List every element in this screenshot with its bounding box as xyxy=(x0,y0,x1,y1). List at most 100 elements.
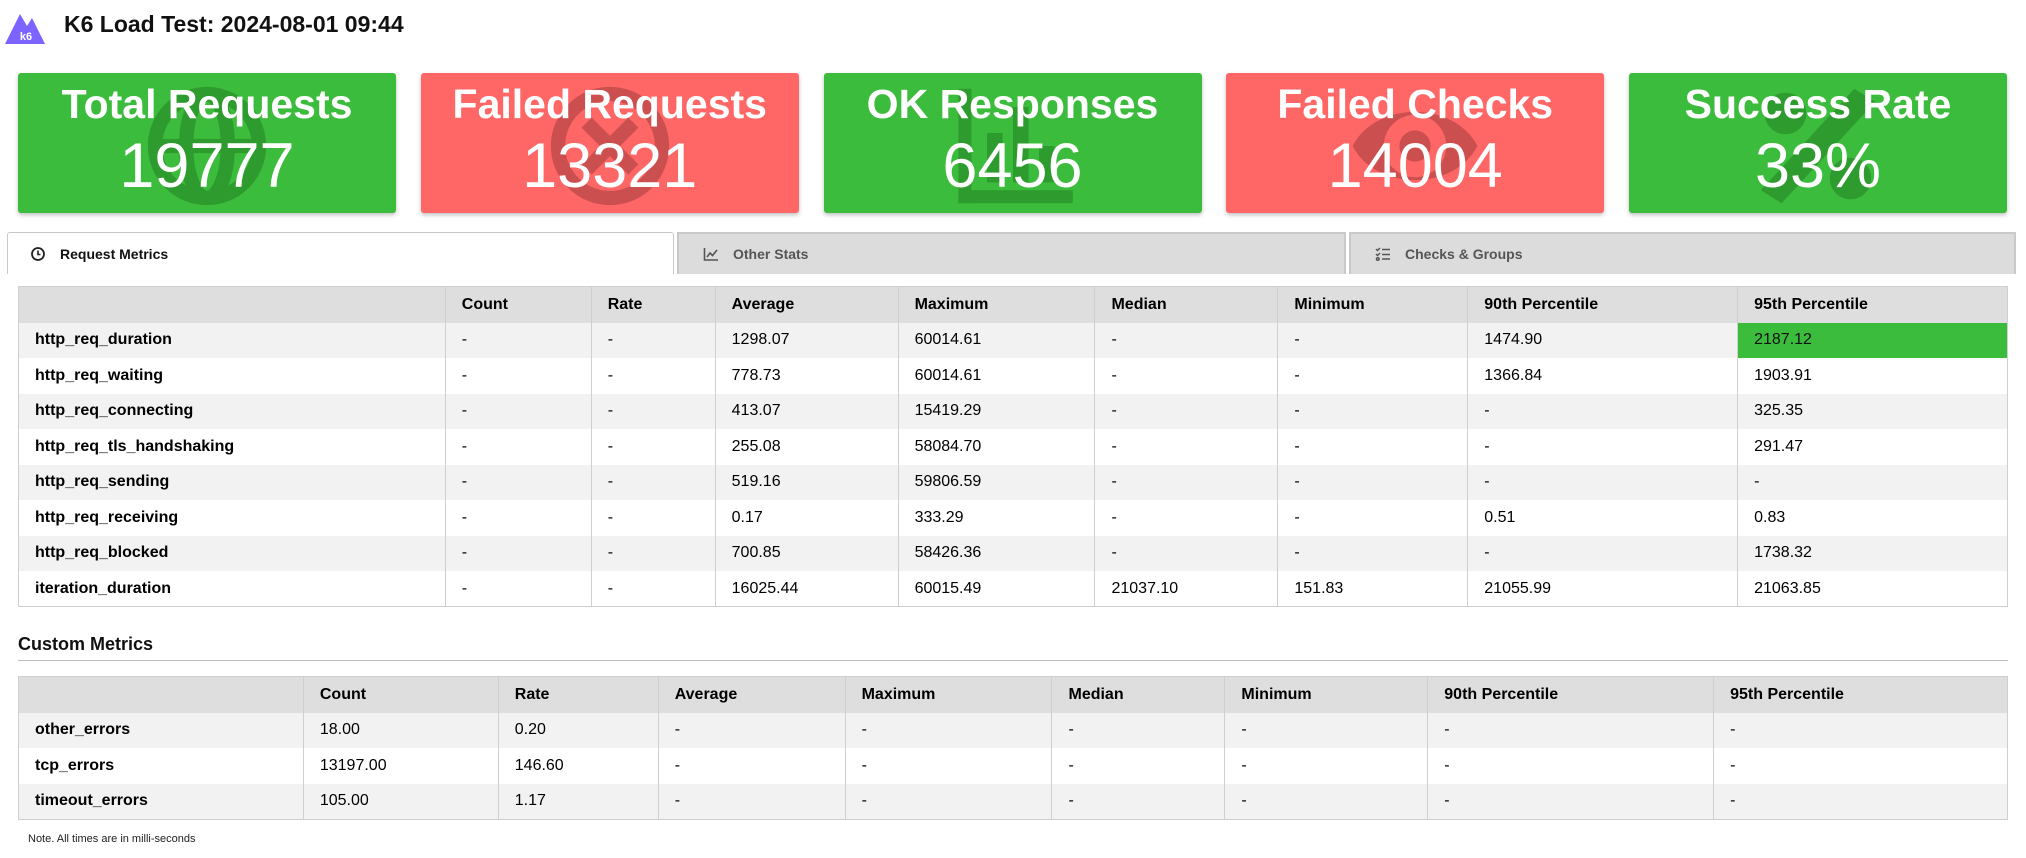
metric-value-cell: 519.16 xyxy=(714,464,899,500)
table-row: tcp_errors 13197.00 146.60- - - - - - xyxy=(18,748,2008,784)
column-header: Count xyxy=(444,286,592,323)
table-row: other_errors 18.00 0.20- - - - - - xyxy=(18,712,2008,748)
metric-value-cell: - xyxy=(1277,535,1468,571)
metric-value-cell: 700.85 xyxy=(714,535,899,571)
metric-value-cell: 21063.85 xyxy=(1737,571,2008,607)
table-row: http_req_sending - -519.16 59806.59- - - - xyxy=(18,464,2008,500)
chart-line-icon xyxy=(703,246,719,262)
metric-name-cell: http_req_waiting xyxy=(35,366,164,384)
metric-value-cell: - xyxy=(1467,429,1738,465)
metric-value-cell: - xyxy=(1427,748,1714,784)
metric-value-cell: - xyxy=(1277,429,1468,465)
page-header: k6 K6 Load Test: 2024-08-01 09:44 xyxy=(5,10,404,46)
metric-value-cell: 333.29 xyxy=(897,500,1095,536)
metric-value-cell: - xyxy=(444,464,592,500)
metric-value-cell: - xyxy=(1467,535,1738,571)
metric-value-cell: - xyxy=(444,429,592,465)
metric-name-cell: http_req_tls_handshaking xyxy=(35,437,235,455)
metric-value-cell: - xyxy=(1224,712,1428,748)
table-row: iteration_duration - -16025.44 60015.49 2103… xyxy=(18,571,2008,607)
metric-value-cell: - xyxy=(1277,322,1468,358)
metric-value-cell: 21055.99 xyxy=(1467,571,1738,607)
metric-value-cell: - xyxy=(1713,748,2008,784)
metric-value-cell: 18.00 xyxy=(302,712,499,748)
metric-value-cell: 60014.61 xyxy=(897,358,1095,394)
metric-value-cell: - xyxy=(1094,464,1278,500)
metric-value-cell: - xyxy=(844,783,1052,819)
tab-checks-groups[interactable]: Checks & Groups xyxy=(1349,232,2016,274)
column-header: 90th Percentile xyxy=(1427,676,1714,713)
table-row: http_req_receiving - -0.17 333.29- -0.51 0.83 xyxy=(18,500,2008,536)
metric-value-cell: - xyxy=(1467,393,1738,429)
metric-value-cell: - xyxy=(1051,748,1225,784)
k6-logo-icon: k6 xyxy=(5,10,45,46)
table-row: http_req_connecting - -413.07 15419.29- - -32… xyxy=(18,393,2008,429)
metric-value-cell: - xyxy=(444,393,592,429)
metric-value-cell: - xyxy=(1277,393,1468,429)
metric-value-cell: - xyxy=(1713,783,2008,819)
metric-value-cell: 15419.29 xyxy=(897,393,1095,429)
metric-value-cell: 151.83 xyxy=(1277,571,1468,607)
metric-name-cell: http_req_blocked xyxy=(35,544,169,562)
metric-value-cell: - xyxy=(1094,500,1278,536)
metric-value-cell: - xyxy=(1277,358,1468,394)
metric-value-cell: - xyxy=(1224,748,1428,784)
page-title: K6 Load Test: 2024-08-01 09:44 xyxy=(64,10,404,37)
metric-value-cell: - xyxy=(844,712,1052,748)
column-header: Minimum xyxy=(1224,676,1428,713)
clock-icon xyxy=(30,246,46,262)
metric-value-cell: - xyxy=(590,571,716,607)
svg-text:k6: k6 xyxy=(20,31,32,43)
table-row: timeout_errors 105.00 1.17- - - - - - xyxy=(18,783,2008,819)
section-divider xyxy=(18,660,2008,661)
metric-value-cell: 0.20 xyxy=(497,712,659,748)
failed-checks-card: Failed Checks 14004 xyxy=(1226,73,1605,213)
metric-value-cell: - xyxy=(1224,783,1428,819)
column-header: 95th Percentile xyxy=(1713,676,2008,713)
table-row: http_req_duration - -1298.07 60014.61- -1474… xyxy=(18,322,2008,358)
metric-value-cell: 58426.36 xyxy=(897,535,1095,571)
column-header: Median xyxy=(1094,286,1278,323)
metric-value-cell: - xyxy=(590,393,716,429)
metric-value-cell: 413.07 xyxy=(714,393,899,429)
tab-request-metrics[interactable]: Request Metrics xyxy=(7,232,674,274)
column-header: 95th Percentile xyxy=(1737,286,2008,323)
metric-value-cell: - xyxy=(1051,783,1225,819)
metric-value-cell: - xyxy=(590,429,716,465)
table-header-row: Count Rate Average Maximum Median Minimu… xyxy=(18,286,2008,323)
metric-name-cell: tcp_errors xyxy=(35,756,115,774)
metric-name-cell: http_req_connecting xyxy=(35,402,194,420)
tab-other-stats[interactable]: Other Stats xyxy=(677,232,1346,274)
metric-value-cell: 60014.61 xyxy=(897,322,1095,358)
metric-value-cell: - xyxy=(590,500,716,536)
column-header: Minimum xyxy=(1277,286,1468,323)
tasks-icon xyxy=(1375,246,1391,262)
metric-value-cell: - xyxy=(1094,535,1278,571)
metric-value-cell: - xyxy=(1713,712,2008,748)
column-header: Maximum xyxy=(844,676,1052,713)
metric-value-cell: 0.51 xyxy=(1467,500,1738,536)
column-header: Average xyxy=(714,286,899,323)
metric-value-cell: - xyxy=(444,500,592,536)
metric-value-cell: - xyxy=(657,712,846,748)
table-row: http_req_tls_handshaking - -255.08 58084.70… xyxy=(18,429,2008,465)
metric-value-cell: - xyxy=(1051,712,1225,748)
failed-requests-card: Failed Requests 13321 xyxy=(420,73,799,213)
metric-value-cell: 21037.10 xyxy=(1094,571,1278,607)
metric-name-cell: http_req_duration xyxy=(35,331,172,349)
metric-value-cell: 325.35 xyxy=(1737,393,2008,429)
metric-value-cell: - xyxy=(1277,464,1468,500)
metric-value-cell: - xyxy=(1277,500,1468,536)
request-metrics-table: Count Rate Average Maximum Median Minimu… xyxy=(18,286,2008,607)
metric-name-cell: http_req_receiving xyxy=(35,508,179,526)
metric-value-cell: 1366.84 xyxy=(1467,358,1738,394)
metric-value-cell: - xyxy=(1427,712,1714,748)
metric-value-cell: - xyxy=(844,748,1052,784)
footnote: Note. All times are in milli-seconds xyxy=(28,833,196,845)
metric-value-cell: - xyxy=(444,358,592,394)
metric-value-cell: - xyxy=(1094,322,1278,358)
metric-value-cell: - xyxy=(1094,429,1278,465)
column-header: Average xyxy=(657,676,846,713)
metric-name-cell: http_req_sending xyxy=(35,473,170,491)
column-header: Median xyxy=(1051,676,1225,713)
